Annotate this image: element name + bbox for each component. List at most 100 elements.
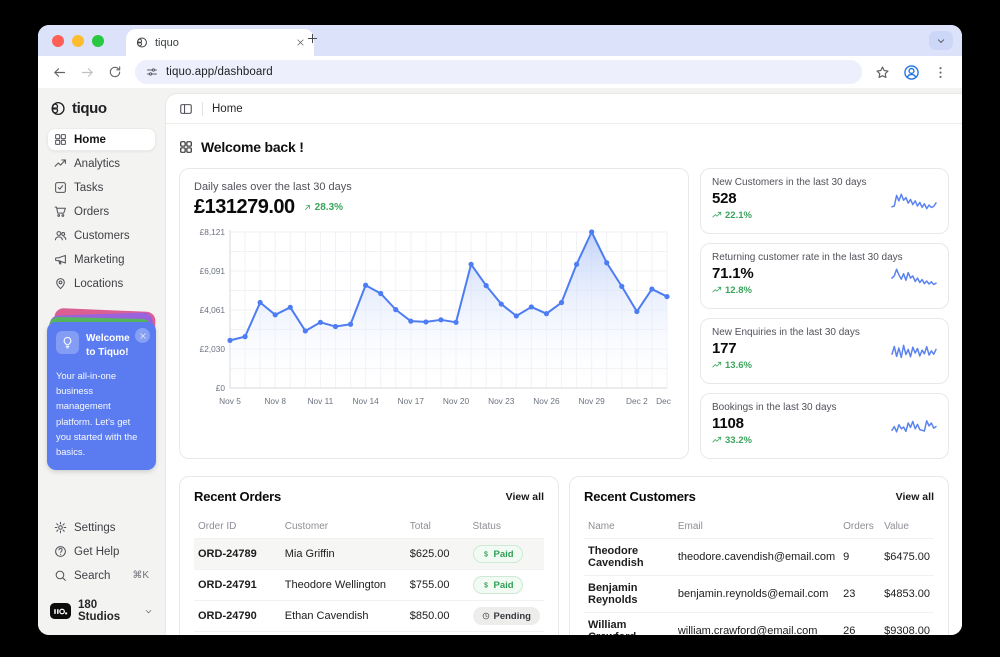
customer-value-cell: $4853.00 — [880, 576, 934, 613]
address-bar[interactable]: tiquo.app/dashboard — [135, 60, 862, 84]
tab-strip: tiquo — [38, 25, 962, 56]
recent-orders-title: Recent Orders — [194, 489, 281, 504]
customer-email-cell: benjamin.reynolds@email.com — [674, 576, 839, 613]
column-header-status: Status — [469, 515, 545, 539]
column-header-customer: Customer — [281, 515, 406, 539]
tab-title: tiquo — [155, 37, 289, 49]
bookmark-star-icon[interactable] — [875, 65, 890, 80]
sidebar-item-locations[interactable]: Locations — [47, 272, 156, 295]
stat-sparkline — [891, 186, 937, 216]
stat-trend-value: 22.1% — [725, 210, 752, 221]
sales-trend-value: 28.3% — [315, 202, 343, 213]
order-row[interactable]: ORD-24791Theodore Wellington$755.00Paid — [194, 570, 544, 601]
status-label: Paid — [494, 549, 514, 560]
sidebar-item-marketing[interactable]: Marketing — [47, 248, 156, 271]
back-button[interactable] — [52, 65, 67, 80]
sidebar-item-search[interactable]: Search⌘K — [47, 564, 156, 587]
help-circle-icon — [54, 545, 67, 558]
minimize-window-button[interactable] — [72, 35, 84, 47]
recent-orders-table: Order IDCustomerTotalStatus ORD-24789Mia… — [194, 515, 544, 635]
order-row[interactable]: ORD-24789Mia Griffin$625.00Paid — [194, 539, 544, 570]
sidebar-item-home[interactable]: Home — [47, 128, 156, 151]
map-pin-icon — [54, 277, 67, 290]
customers-view-all-button[interactable]: View all — [896, 491, 934, 503]
stat-trend-badge: 22.1% — [712, 210, 752, 221]
sidebar-item-label: Marketing — [74, 254, 125, 266]
page-title-text: Welcome back ! — [201, 139, 304, 155]
sidebar-item-settings[interactable]: Settings — [47, 516, 156, 539]
customer-orders-cell: 26 — [839, 613, 880, 636]
order-row[interactable]: ORD-24793Chloe Hayes$348.00Pending — [194, 632, 544, 636]
stat-card-new-2: New Enquiries in the last 30 days17713.6… — [700, 318, 949, 384]
browser-tab[interactable]: tiquo — [126, 29, 314, 56]
column-header-name: Name — [584, 515, 674, 539]
reload-button[interactable] — [108, 65, 122, 79]
new-tab-button[interactable] — [306, 32, 319, 45]
order-customer-cell: Ethan Cavendish — [281, 601, 406, 632]
trending-up-icon — [712, 360, 722, 370]
forward-button[interactable] — [80, 65, 95, 80]
stat-trend-badge: 12.8% — [712, 285, 752, 296]
customer-row[interactable]: William Crawfordwilliam.crawford@email.c… — [584, 613, 934, 636]
workspace-name: 180 Studios — [78, 599, 137, 623]
recent-customers-card: Recent Customers View all NameEmailOrder… — [569, 476, 949, 635]
order-status-cell: Pending — [469, 632, 545, 636]
zoom-window-button[interactable] — [92, 35, 104, 47]
orders-view-all-button[interactable]: View all — [506, 491, 544, 503]
sidebar-item-label: Customers — [74, 230, 130, 242]
sidebar-item-analytics[interactable]: Analytics — [47, 152, 156, 175]
url-text: tiquo.app/dashboard — [166, 66, 273, 78]
browser-menu-icon[interactable] — [933, 65, 948, 80]
stat-card-returning-1: Returning customer rate in the last 30 d… — [700, 243, 949, 309]
site-settings-icon[interactable] — [146, 66, 158, 78]
sidebar-item-label: Get Help — [74, 546, 119, 558]
sidebar-item-orders[interactable]: Orders — [47, 200, 156, 223]
customer-row[interactable]: Benjamin Reynoldsbenjamin.reynolds@email… — [584, 576, 934, 613]
customer-email-cell: theodore.cavendish@email.com — [674, 539, 839, 576]
status-label: Pending — [494, 611, 531, 622]
close-window-button[interactable] — [52, 35, 64, 47]
sidebar-item-get-help[interactable]: Get Help — [47, 540, 156, 563]
daily-sales-line-chart[interactable]: £0£2,030£4,061£6,091£8,121Nov 5Nov 8Nov … — [194, 224, 672, 412]
trending-up-icon — [712, 285, 722, 295]
grid-icon — [54, 133, 67, 146]
customer-orders-cell: 23 — [839, 576, 880, 613]
order-id-cell: ORD-24790 — [194, 601, 281, 632]
customer-value-cell: $9308.00 — [880, 613, 934, 636]
main-panel: Home Welcome back ! Daily sales over the… — [165, 93, 962, 635]
tab-search-button[interactable] — [929, 31, 953, 50]
recent-customers-title: Recent Customers — [584, 489, 696, 504]
trending-up-icon — [712, 435, 722, 445]
svg-text:Nov 26: Nov 26 — [533, 396, 560, 406]
sales-trend-badge: 28.3% — [303, 202, 343, 213]
search-icon — [54, 569, 67, 582]
promo-close-button[interactable] — [135, 328, 150, 343]
customer-row[interactable]: Theodore Cavendishtheodore.cavendish@ema… — [584, 539, 934, 576]
svg-text:£8,121: £8,121 — [200, 227, 226, 237]
column-header-total: Total — [406, 515, 469, 539]
sidebar-item-label: Home — [74, 134, 106, 146]
svg-text:Nov 11: Nov 11 — [308, 396, 334, 406]
order-row[interactable]: ORD-24790Ethan Cavendish$850.00 Pending — [194, 601, 544, 632]
stat-card-new-0: New Customers in the last 30 days52822.1… — [700, 168, 949, 234]
stat-card-bookings-3: Bookings in the last 30 days110833.2% — [700, 393, 949, 459]
promo-card-stack: Welcome to Tiquo! Your all-in-one busine… — [47, 322, 156, 470]
breadcrumb-home[interactable]: Home — [212, 103, 243, 115]
order-total-cell: $850.00 — [406, 601, 469, 632]
chevron-down-icon — [144, 607, 153, 616]
sidebar-item-tasks[interactable]: Tasks — [47, 176, 156, 199]
customer-name-cell: William Crawford — [584, 613, 674, 636]
order-total-cell: $348.00 — [406, 632, 469, 636]
status-label: Paid — [494, 580, 514, 591]
sidebar-toggle-icon[interactable] — [179, 102, 193, 116]
customer-value-cell: $6475.00 — [880, 539, 934, 576]
sidebar-item-label: Settings — [74, 522, 116, 534]
svg-text:Dec 2: Dec 2 — [626, 396, 648, 406]
sidebar-item-customers[interactable]: Customers — [47, 224, 156, 247]
workspace-switcher[interactable]: 180 Studios — [47, 588, 156, 625]
customer-orders-cell: 9 — [839, 539, 880, 576]
tab-close-icon[interactable] — [296, 38, 305, 47]
recent-orders-card: Recent Orders View all Order IDCustomerT… — [179, 476, 559, 635]
grid-icon — [179, 140, 193, 154]
profile-avatar-icon[interactable] — [903, 64, 920, 81]
